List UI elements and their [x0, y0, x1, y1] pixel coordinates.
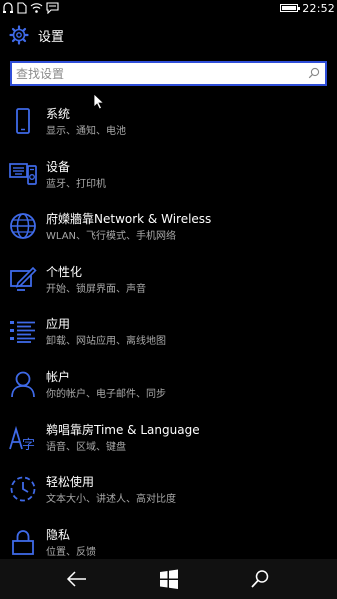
settings-item-time-language[interactable]: 字 鹈唱靠房Time & Language 语音、区域、键盘	[0, 415, 337, 468]
notification-icon	[3, 2, 13, 13]
svg-text:字: 字	[22, 438, 35, 451]
settings-item-accounts[interactable]: 帐户 你的帐户、电子邮件、同步	[0, 362, 337, 415]
settings-item-apps[interactable]: 应用 卸载、网站应用、离线地图	[0, 309, 337, 362]
back-arrow-icon[interactable]	[66, 569, 88, 589]
item-title: 府嬫牆靠Network & Wireless	[46, 212, 212, 227]
navigation-bar	[0, 559, 337, 599]
item-subtitle: 文本大小、讲述人、高对比度	[46, 494, 176, 506]
page-icon	[17, 2, 27, 14]
devices-icon	[9, 160, 37, 188]
item-subtitle: 显示、通知、电池	[46, 126, 126, 137]
item-title: 系统	[46, 107, 71, 121]
status-right: 22:52	[280, 0, 335, 16]
item-subtitle: 蓝牙、打印机	[46, 178, 106, 190]
item-title: 帐户	[46, 369, 71, 384]
wifi-icon	[30, 3, 43, 13]
item-title: 应用	[46, 317, 71, 332]
search-icon[interactable]	[308, 67, 320, 79]
clock: 22:52	[302, 1, 335, 15]
item-subtitle: 开始、锁屏界面、声音	[46, 283, 146, 295]
person-icon	[9, 370, 37, 398]
item-title: 个性化	[46, 264, 83, 279]
page-header: 设置	[9, 24, 64, 46]
personalize-icon	[9, 265, 37, 293]
message-icon	[46, 2, 59, 14]
globe-icon	[9, 212, 37, 240]
settings-item-system[interactable]: 系统 显示、通知、电池	[0, 99, 337, 152]
item-subtitle: 语音、区域、键盘	[46, 441, 126, 453]
search-box[interactable]	[10, 61, 327, 86]
time-language-icon: 字	[9, 423, 37, 451]
apps-icon	[9, 317, 37, 345]
settings-item-network[interactable]: 府嬫牆靠Network & Wireless WLAN、飞行模式、手机网络	[0, 204, 337, 257]
item-title: 设备	[46, 159, 71, 174]
item-subtitle: 卸载、网站应用、离线地图	[46, 336, 166, 348]
settings-list: 系统 显示、通知、电池 设备 蓝牙、打印机 府嬫牆靠Network & Wire…	[0, 99, 337, 572]
settings-item-personalization[interactable]: 个性化 开始、锁屏界面、声音	[0, 257, 337, 310]
page-title: 设置	[38, 29, 65, 45]
item-subtitle: 你的帐户、电子邮件、同步	[46, 388, 166, 400]
settings-item-devices[interactable]: 设备 蓝牙、打印机	[0, 152, 337, 205]
battery-icon	[280, 4, 301, 12]
gear-icon	[9, 25, 29, 45]
settings-item-ease-of-access[interactable]: 轻松使用 文本大小、讲述人、高对比度	[0, 467, 337, 520]
item-title: 鹈唱靠房Time & Language	[46, 422, 200, 437]
item-title: 隐私	[46, 527, 71, 542]
status-icons	[2, 1, 59, 15]
windows-start-icon[interactable]	[158, 569, 180, 589]
search-icon[interactable]	[249, 569, 271, 589]
item-subtitle: 位置、反馈	[46, 546, 96, 558]
phone-icon	[9, 107, 37, 135]
search-input[interactable]	[12, 63, 296, 85]
item-title: 轻松使用	[46, 475, 95, 490]
lock-icon	[9, 528, 37, 556]
status-bar: 22:52	[0, 0, 337, 16]
ease-of-access-icon	[9, 475, 37, 503]
item-subtitle: WLAN、飞行模式、手机网络	[46, 231, 177, 243]
